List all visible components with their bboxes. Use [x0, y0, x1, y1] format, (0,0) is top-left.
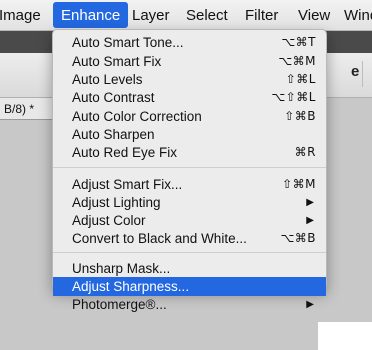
menu-divider [53, 252, 326, 253]
menu-view[interactable]: View [290, 0, 338, 30]
menu-item-label: Adjust Color [72, 213, 146, 228]
canvas-corner [318, 322, 372, 350]
shortcut-label: ⌥⌘T [281, 35, 316, 49]
shortcut-label: ⌥⌘M [278, 54, 316, 68]
menu-item-label: Adjust Sharpness... [72, 279, 190, 294]
shortcut-label: ⌥⇧⌘L [271, 90, 316, 104]
menu-image[interactable]: Image [0, 0, 49, 30]
submenu-arrow-icon: ▶ [306, 197, 314, 208]
menu-item-label: Adjust Lighting [72, 195, 161, 210]
menu-item-label: Auto Red Eye Fix [72, 145, 178, 160]
menu-item-convert-to-black-and-white[interactable]: Convert to Black and White... ⌥⌘B [53, 229, 326, 248]
enhance-menu: Auto Smart Tone... ⌥⌘T Auto Smart Fix ⌥⌘… [52, 29, 327, 312]
menu-item-label: Auto Smart Fix [72, 54, 162, 69]
shortcut-label: ⇧⌘M [282, 177, 316, 191]
menu-select[interactable]: Select [178, 0, 236, 30]
menu-item-auto-red-eye-fix[interactable]: Auto Red Eye Fix ⌘R [53, 143, 326, 162]
menu-item-adjust-smart-fix[interactable]: Adjust Smart Fix... ⇧⌘M [53, 175, 326, 194]
shortcut-label: ⇧⌘B [284, 109, 316, 123]
menu-item-auto-color-correction[interactable]: Auto Color Correction ⇧⌘B [53, 107, 326, 126]
menu-filter[interactable]: Filter [237, 0, 286, 30]
options-divider [362, 61, 363, 87]
menu-layer[interactable]: Layer [124, 0, 178, 30]
options-label: e [351, 63, 360, 80]
document-tab[interactable]: B/8) * [0, 98, 54, 120]
submenu-arrow-icon: ▶ [306, 299, 314, 310]
menu-item-photomerge[interactable]: Photomerge®... ▶ [53, 295, 326, 314]
menu-item-label: Auto Smart Tone... [72, 35, 184, 50]
menu-item-adjust-lighting[interactable]: Adjust Lighting ▶ [53, 193, 326, 212]
shortcut-label: ⌘R [294, 145, 316, 159]
menu-item-label: Auto Levels [72, 72, 143, 87]
menu-item-adjust-color[interactable]: Adjust Color ▶ [53, 211, 326, 230]
menu-item-label: Auto Color Correction [72, 109, 202, 124]
menu-item-auto-levels[interactable]: Auto Levels ⇧⌘L [53, 70, 326, 89]
menu-enhance[interactable]: Enhance [53, 2, 129, 28]
menu-item-adjust-sharpness[interactable]: Adjust Sharpness... [53, 277, 326, 296]
menu-item-label: Convert to Black and White... [72, 231, 247, 246]
menu-item-label: Unsharp Mask... [72, 261, 171, 276]
shortcut-label: ⌥⌘B [280, 231, 316, 245]
menu-item-label: Auto Contrast [72, 90, 155, 105]
shortcut-label: ⇧⌘L [285, 72, 316, 86]
menu-item-label: Adjust Smart Fix... [72, 177, 183, 192]
menu-item-auto-contrast[interactable]: Auto Contrast ⌥⇧⌘L [53, 88, 326, 107]
menu-item-auto-smart-tone[interactable]: Auto Smart Tone... ⌥⌘T [53, 33, 326, 52]
menu-item-auto-smart-fix[interactable]: Auto Smart Fix ⌥⌘M [53, 52, 326, 71]
menu-window[interactable]: Wind [336, 0, 372, 30]
menu-item-auto-sharpen[interactable]: Auto Sharpen [53, 125, 326, 144]
menu-divider [53, 167, 326, 168]
submenu-arrow-icon: ▶ [306, 215, 314, 226]
menu-item-label: Auto Sharpen [72, 127, 155, 142]
menu-bar: Image Enhance Layer Select Filter View W… [0, 0, 372, 31]
menu-item-label: Photomerge®... [72, 297, 167, 312]
menu-item-unsharp-mask[interactable]: Unsharp Mask... [53, 259, 326, 278]
